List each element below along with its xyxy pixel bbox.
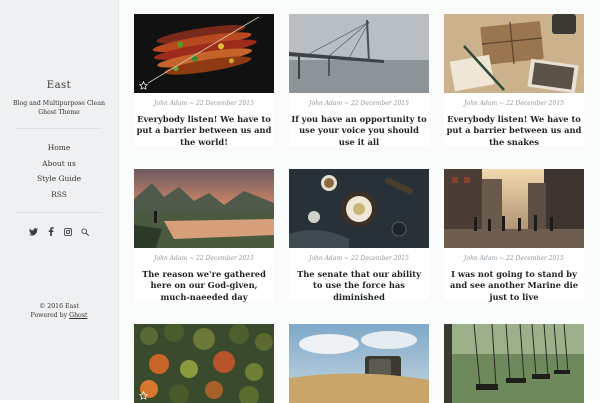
post-image-bridge-fog[interactable] bbox=[289, 14, 429, 93]
post-meta: John Adam ~ 22 December 2015 bbox=[154, 100, 254, 107]
post-meta: John Adam ~ 22 December 2015 bbox=[154, 255, 254, 262]
post-title[interactable]: If you have an opportunity to use your v… bbox=[291, 114, 427, 148]
search-icon[interactable] bbox=[80, 227, 89, 236]
ghost-link[interactable]: Ghost bbox=[69, 312, 87, 319]
facebook-icon[interactable] bbox=[46, 227, 55, 236]
sidebar-divider bbox=[16, 128, 102, 129]
site-title[interactable]: East bbox=[0, 80, 118, 91]
post-card[interactable] bbox=[134, 324, 274, 403]
copyright-text: © 2016 East bbox=[39, 303, 79, 310]
instagram-icon[interactable] bbox=[63, 227, 72, 236]
post-meta: John Adam ~ 22 December 2015 bbox=[309, 100, 409, 107]
star-icon bbox=[139, 81, 148, 90]
sidebar: East Blog and Multipurpose Clean Ghost T… bbox=[0, 0, 119, 400]
post-card[interactable]: John Adam ~ 22 December 2015 The reason … bbox=[134, 169, 274, 303]
post-image-autumn-forest[interactable] bbox=[134, 324, 274, 403]
post-title[interactable]: Everybody listen! We have to put a barri… bbox=[446, 114, 582, 148]
post-title[interactable]: Everybody listen! We have to put a barri… bbox=[136, 114, 272, 148]
post-card[interactable]: John Adam ~ 22 December 2015 Everybody l… bbox=[444, 14, 584, 148]
post-card[interactable]: John Adam ~ 22 December 2015 I was not g… bbox=[444, 169, 584, 303]
post-meta: John Adam ~ 22 December 2015 bbox=[464, 255, 564, 262]
post-image-city-street[interactable] bbox=[444, 169, 584, 248]
nav-item-about-us[interactable]: About us bbox=[0, 156, 118, 172]
nav-item-rss[interactable]: RSS bbox=[0, 187, 118, 203]
post-title[interactable]: I was not going to stand by and see anot… bbox=[446, 269, 582, 303]
social-links bbox=[0, 227, 118, 236]
post-meta: John Adam ~ 22 December 2015 bbox=[464, 100, 564, 107]
post-title[interactable]: The senate that our ability to use the f… bbox=[291, 269, 427, 303]
post-card[interactable]: John Adam ~ 22 December 2015 Everybody l… bbox=[134, 14, 274, 148]
post-card[interactable]: John Adam ~ 22 December 2015 If you have… bbox=[289, 14, 429, 148]
post-grid: John Adam ~ 22 December 2015 Everybody l… bbox=[119, 0, 600, 403]
post-meta: John Adam ~ 22 December 2015 bbox=[309, 255, 409, 262]
powered-by-prefix: Powered by bbox=[30, 312, 68, 319]
post-card[interactable] bbox=[444, 324, 584, 403]
post-image-parcels[interactable] bbox=[444, 14, 584, 93]
post-image-swings[interactable] bbox=[444, 324, 584, 403]
post-image-skewers[interactable] bbox=[134, 14, 274, 93]
post-image-tv-field[interactable] bbox=[289, 324, 429, 403]
nav-item-home[interactable]: Home bbox=[0, 140, 118, 156]
nav-item-style-guide[interactable]: Style Guide bbox=[0, 171, 118, 187]
post-title[interactable]: The reason we're gathered here on our Go… bbox=[136, 269, 272, 303]
post-card[interactable]: John Adam ~ 22 December 2015 The senate … bbox=[289, 169, 429, 303]
sidebar-divider bbox=[16, 212, 102, 213]
sidebar-nav: Home About us Style Guide RSS bbox=[0, 140, 118, 202]
star-icon bbox=[139, 391, 148, 400]
post-image-dark-table[interactable] bbox=[289, 169, 429, 248]
post-card[interactable] bbox=[289, 324, 429, 403]
post-image-lake-sunset[interactable] bbox=[134, 169, 274, 248]
powered-by: Powered by Ghost bbox=[0, 311, 118, 320]
site-description: Blog and Multipurpose Clean Ghost Theme bbox=[13, 100, 105, 116]
sidebar-footer: © 2016 East Powered by Ghost bbox=[0, 302, 118, 320]
twitter-icon[interactable] bbox=[29, 227, 38, 236]
